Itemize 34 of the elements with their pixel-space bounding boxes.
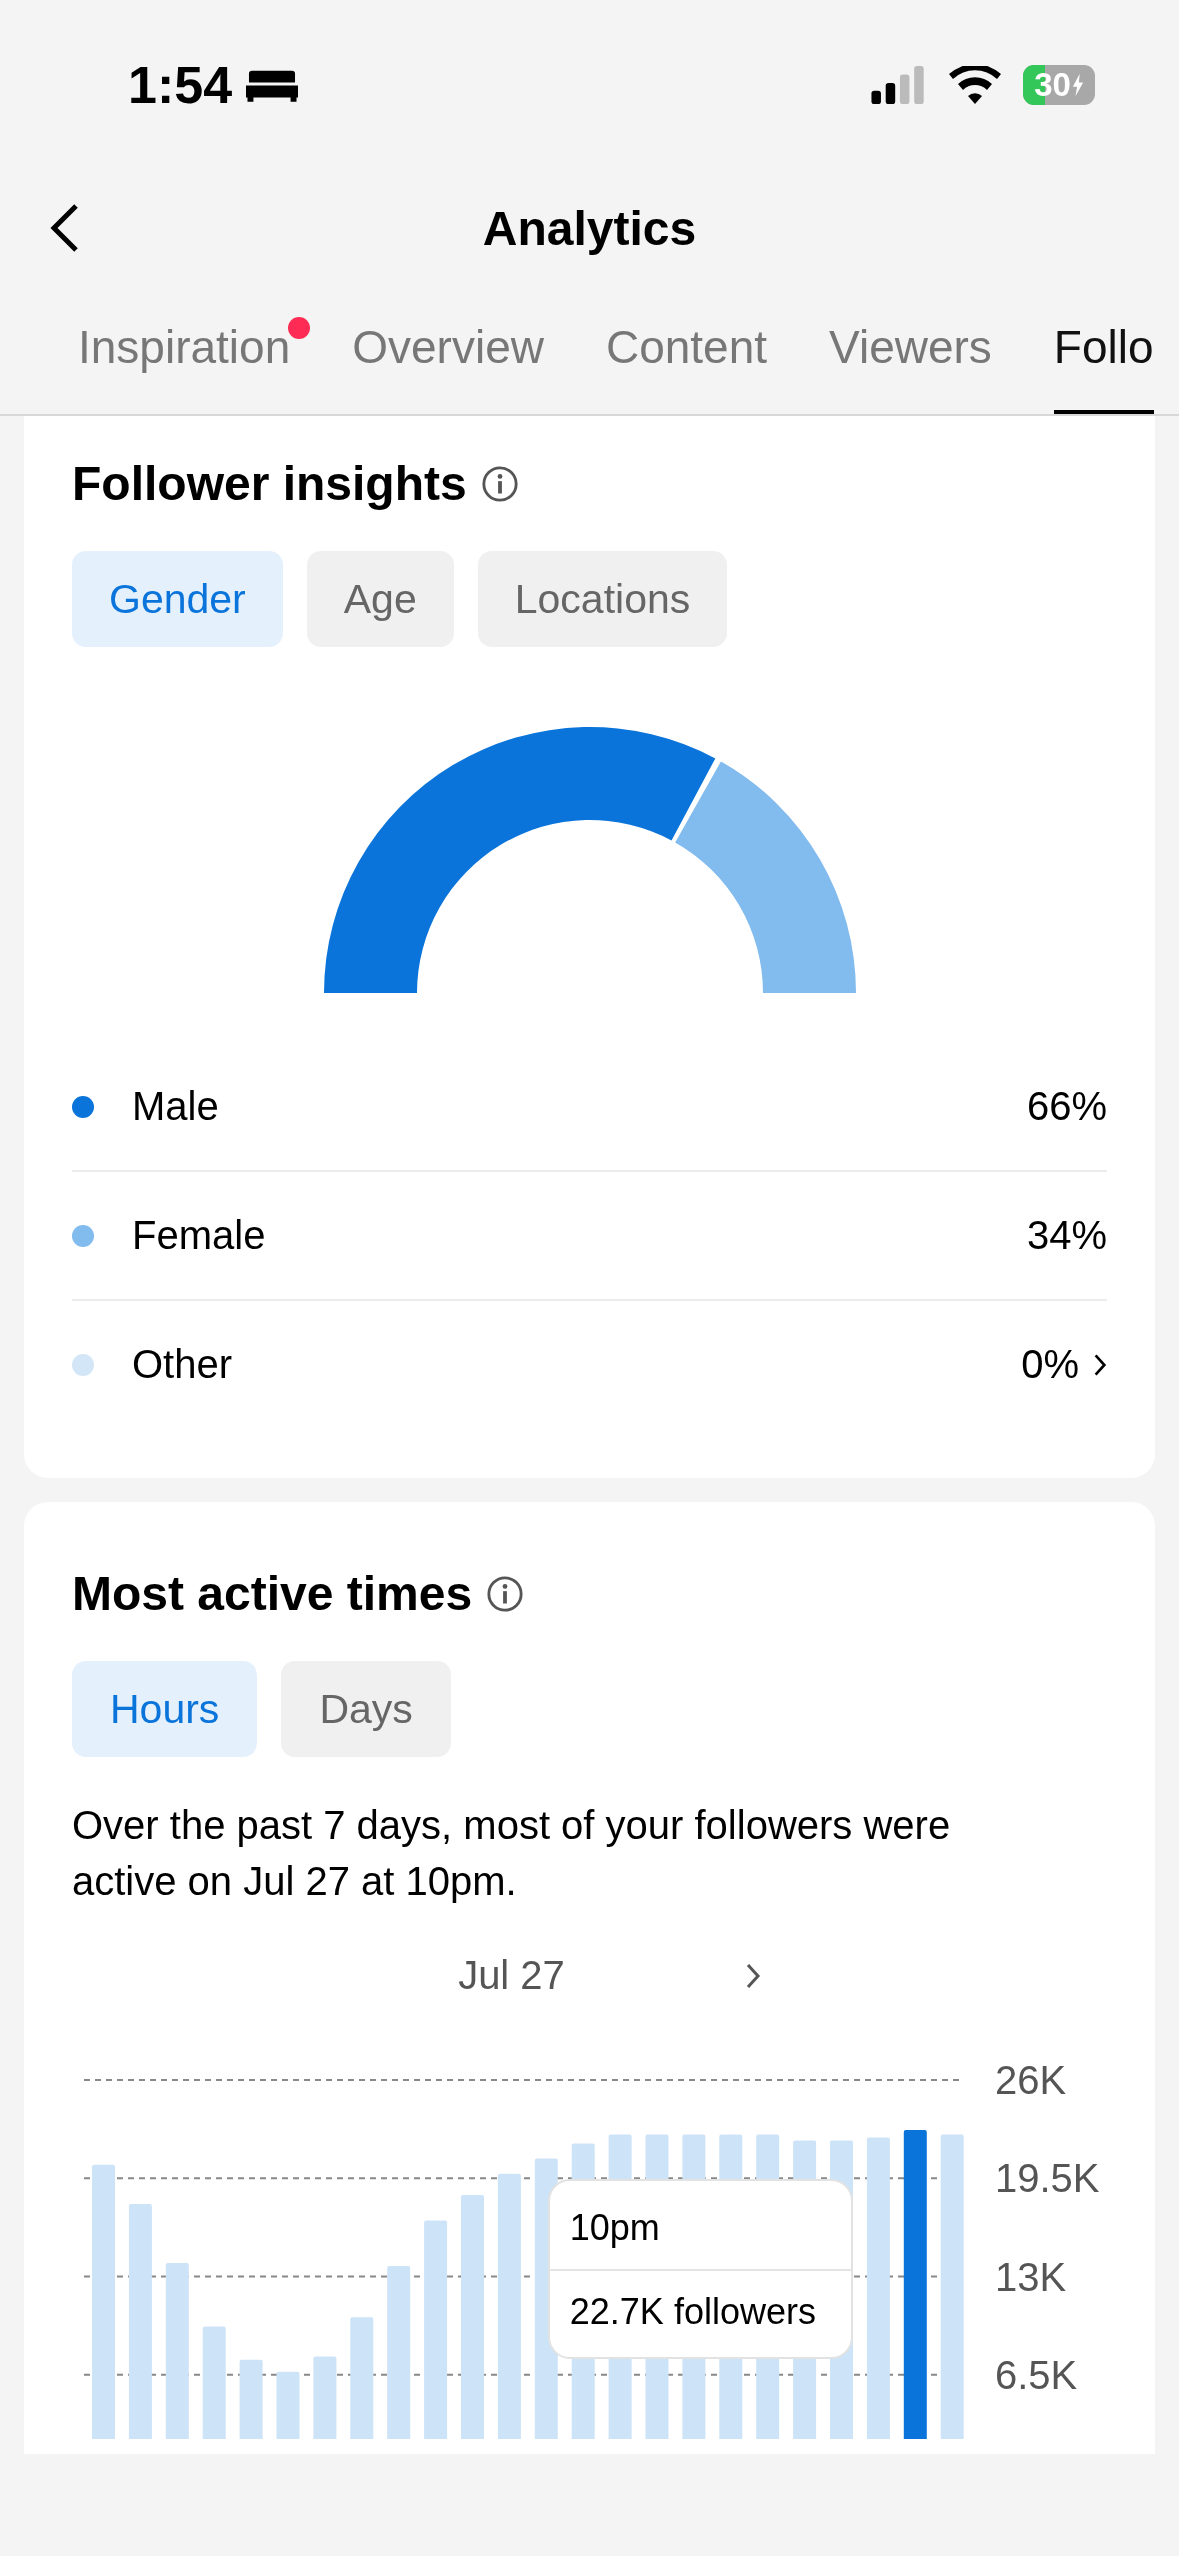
page-title: Analytics — [482, 200, 697, 256]
info-icon[interactable] — [486, 1574, 525, 1613]
info-icon[interactable] — [480, 464, 519, 503]
bed-icon — [246, 68, 299, 102]
wifi-icon — [949, 66, 1001, 104]
bar[interactable] — [903, 2129, 927, 2439]
legend-label: Female — [132, 1213, 267, 1258]
axis-label: 19.5K — [995, 2156, 1100, 2201]
tab[interactable]: Overview — [352, 280, 544, 414]
filter-chip[interactable]: Age — [306, 551, 454, 647]
axis-label: 13K — [995, 2254, 1067, 2299]
legend-value: 66% — [1026, 1084, 1107, 1129]
legend-value: 0% — [1021, 1342, 1079, 1387]
back-icon[interactable] — [50, 203, 80, 253]
axis-label: 26K — [995, 2058, 1067, 2102]
filter-chip[interactable]: Hours — [72, 1661, 258, 1757]
tab[interactable]: Inspiration — [78, 280, 291, 414]
filter-chip[interactable]: Days — [281, 1661, 451, 1757]
legend-label: Other — [132, 1342, 234, 1387]
section-title: Follower insights — [72, 456, 467, 511]
signal-icon — [871, 66, 927, 104]
filter-chip[interactable]: Gender — [72, 551, 283, 647]
section-title: Most active times — [72, 1566, 473, 1621]
tooltip-value: 22.7K followers — [568, 2290, 817, 2334]
legend-value: 34% — [1026, 1213, 1107, 1258]
tab[interactable]: Viewers — [829, 280, 992, 414]
date-label: Jul 27 — [458, 1953, 565, 1998]
filter-chip[interactable]: Locations — [477, 551, 728, 647]
status-time: 1:54 — [128, 55, 233, 115]
axis-label: 6.5K — [995, 2352, 1078, 2397]
description-text: Over the past 7 days, most of your followers were active on Jul 27 at 10pm. — [72, 1802, 952, 1905]
legend-label: Male — [132, 1084, 220, 1129]
tooltip-time: 10pm — [549, 2181, 851, 2271]
tab[interactable]: Content — [605, 280, 768, 414]
